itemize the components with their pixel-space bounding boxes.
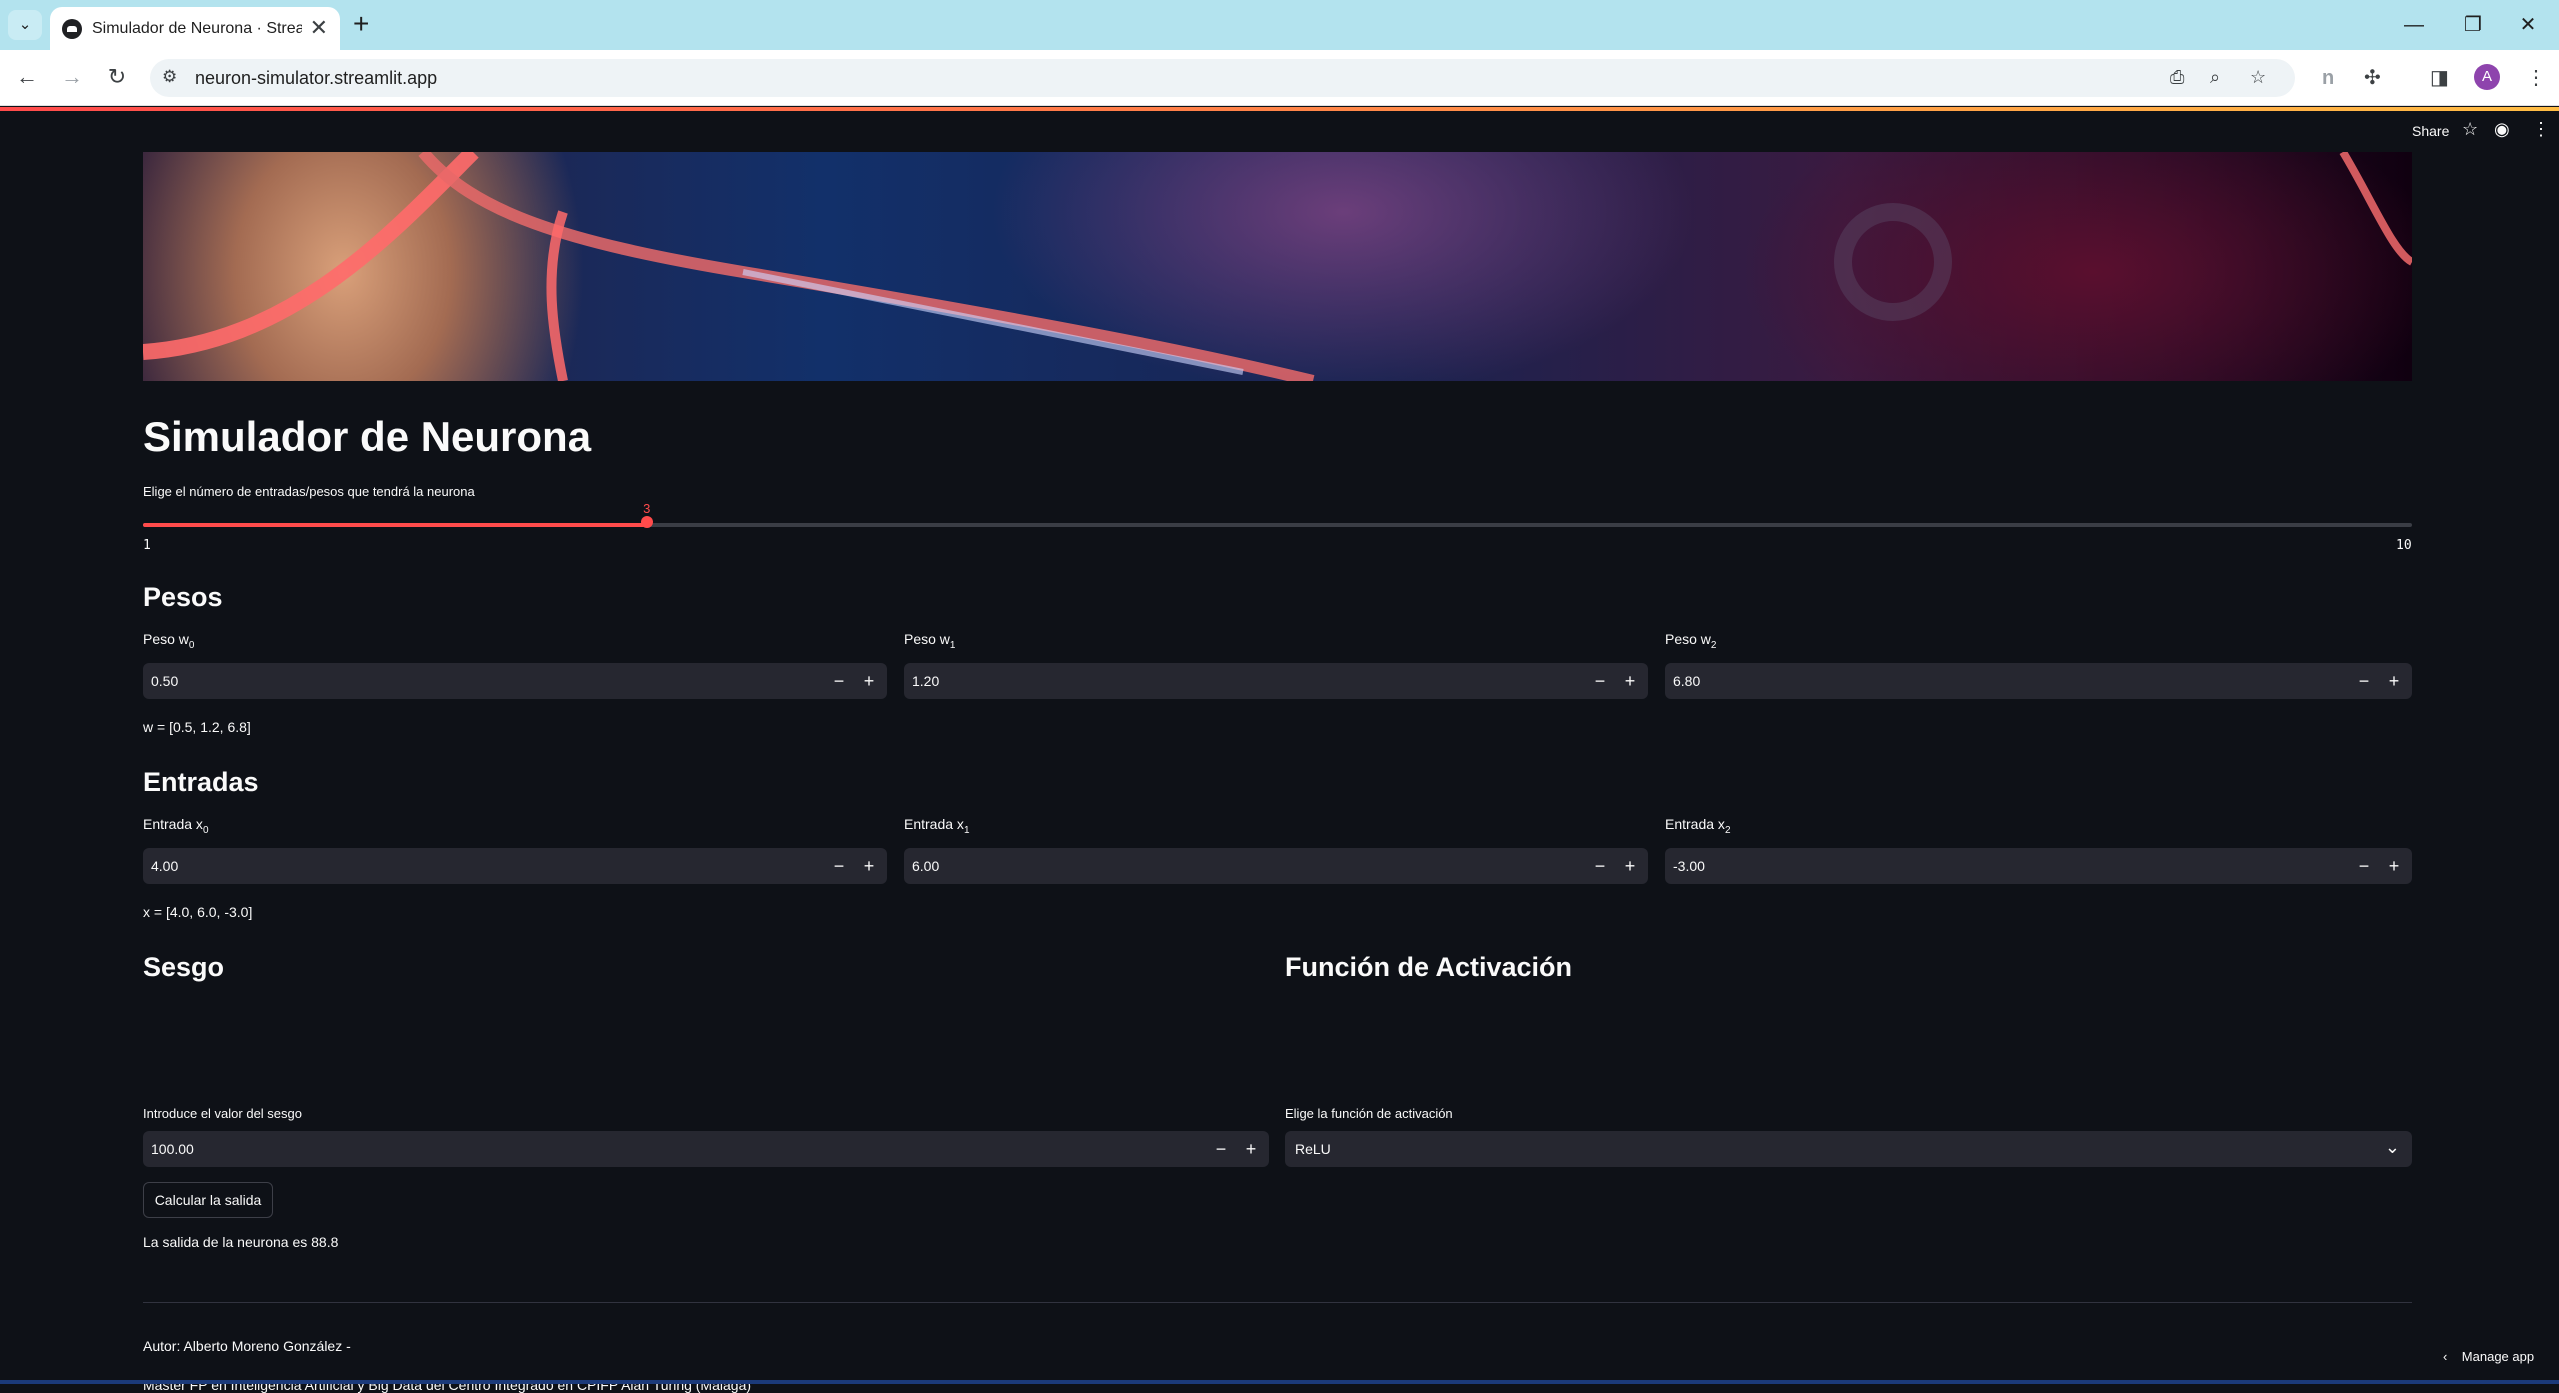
slider-min-label: 1 [143, 538, 151, 553]
browser-toolbar: ← → ↻ ⚙ neuron-simulator.streamlit.app ⎙… [0, 50, 2559, 106]
input-1-value[interactable]: 6.00 [912, 858, 939, 874]
neuron-banner-image [143, 152, 2412, 381]
minus-icon[interactable]: − [2350, 853, 2378, 879]
plus-icon[interactable]: + [2380, 668, 2408, 694]
side-panel-icon[interactable]: ◨ [2430, 64, 2449, 92]
star-icon[interactable]: ☆ [2462, 119, 2478, 140]
activation-heading: Función de Activación [1285, 952, 1573, 982]
minus-icon[interactable]: − [2350, 668, 2378, 694]
extensions-puzzle-icon[interactable]: ✣ [2364, 64, 2381, 92]
bias-heading: Sesgo [143, 952, 225, 982]
taskbar-edge [0, 1380, 2559, 1384]
github-icon[interactable]: ◉ [2494, 119, 2510, 140]
inputs-heading: Entradas [143, 767, 259, 797]
share-button[interactable]: Share [2412, 123, 2449, 139]
activation-selected-value: ReLU [1295, 1141, 1331, 1157]
forward-icon[interactable]: → [57, 62, 87, 92]
activation-label: Elige la función de activación [1285, 1106, 1453, 1121]
weight-0-label: Peso w0 [143, 631, 195, 651]
weight-2-value[interactable]: 6.80 [1673, 673, 1700, 689]
minus-icon[interactable]: − [1207, 1136, 1235, 1162]
input-2-label: Entrada x2 [1665, 816, 1731, 836]
site-info-icon[interactable]: ⚙ [162, 67, 177, 87]
weight-0-input[interactable]: 0.50 − + [143, 663, 887, 699]
extension-n-icon[interactable]: n [2322, 64, 2334, 92]
profile-avatar[interactable]: A [2474, 64, 2500, 90]
plus-icon[interactable]: + [1237, 1136, 1265, 1162]
input-0-value[interactable]: 4.00 [151, 858, 178, 874]
reload-icon[interactable]: ↻ [102, 62, 132, 92]
input-2-value[interactable]: -3.00 [1673, 858, 1705, 874]
input-0-field[interactable]: 4.00 − + [143, 848, 887, 884]
plus-icon[interactable]: + [855, 853, 883, 879]
footer-divider [143, 1302, 2412, 1303]
url-text[interactable]: neuron-simulator.streamlit.app [195, 68, 437, 89]
input-1-field[interactable]: 6.00 − + [904, 848, 1648, 884]
activation-select[interactable]: ReLU ⌄ [1285, 1131, 2412, 1167]
input-1-label: Entrada x1 [904, 816, 970, 836]
neuron-output-text: La salida de la neurona es 88.8 [143, 1234, 339, 1250]
address-bar[interactable]: ⚙ neuron-simulator.streamlit.app ⎙ ⌕ ☆ [150, 59, 2295, 97]
zoom-icon[interactable]: ⌕ [2210, 67, 2220, 88]
plus-icon[interactable]: + [2380, 853, 2408, 879]
bias-label: Introduce el valor del sesgo [143, 1106, 302, 1121]
weight-0-value[interactable]: 0.50 [151, 673, 178, 689]
tab-title: Simulador de Neurona · Streamlit [92, 20, 302, 37]
weight-1-label: Peso w1 [904, 631, 956, 651]
weight-2-label: Peso w2 [1665, 631, 1717, 651]
new-tab-button[interactable]: + [353, 9, 369, 39]
plus-icon[interactable]: + [1616, 668, 1644, 694]
weights-heading: Pesos [143, 582, 223, 612]
header-decoration-bar [0, 107, 2559, 111]
browser-tab-bar: ⌄ Simulador de Neurona · Streamlit ✕ + —… [0, 0, 2559, 50]
tab-list-button[interactable]: ⌄ [8, 10, 42, 40]
streamlit-favicon-icon [62, 19, 82, 39]
inputs-count-slider-track[interactable] [143, 523, 2412, 527]
minus-icon[interactable]: − [1586, 853, 1614, 879]
weight-2-input[interactable]: 6.80 − + [1665, 663, 2412, 699]
minimize-icon[interactable]: — [2394, 10, 2434, 40]
browser-menu-icon[interactable]: ⋮ [2526, 64, 2546, 92]
input-0-label: Entrada x0 [143, 816, 209, 836]
slider-fill [143, 523, 648, 527]
minus-icon[interactable]: − [825, 668, 853, 694]
app-menu-icon[interactable]: ⋮ [2532, 119, 2550, 140]
bookmark-star-icon[interactable]: ☆ [2250, 67, 2266, 88]
restore-icon[interactable]: ❐ [2453, 10, 2493, 40]
weights-summary: w = [0.5, 1.2, 6.8] [143, 719, 251, 735]
slider-max-label: 10 [2396, 538, 2412, 553]
chevron-left-icon: ‹ [2443, 1349, 2448, 1364]
install-app-icon[interactable]: ⎙ [2170, 67, 2184, 88]
window-close-icon[interactable]: ✕ [2508, 10, 2548, 40]
neuron-illustration [143, 152, 2412, 381]
input-2-field[interactable]: -3.00 − + [1665, 848, 2412, 884]
inputs-summary: x = [4.0, 6.0, -3.0] [143, 904, 253, 920]
minus-icon[interactable]: − [825, 853, 853, 879]
calculate-output-button[interactable]: Calcular la salida [143, 1182, 273, 1218]
browser-tab-active[interactable]: Simulador de Neurona · Streamlit ✕ [50, 7, 340, 50]
chevron-down-icon: ⌄ [18, 16, 32, 33]
page-title: Simulador de Neurona [143, 413, 592, 460]
weight-1-input[interactable]: 1.20 − + [904, 663, 1648, 699]
manage-app-button[interactable]: ‹ Manage app [2443, 1349, 2534, 1364]
tab-close-icon[interactable]: ✕ [310, 17, 328, 39]
plus-icon[interactable]: + [1616, 853, 1644, 879]
bias-value[interactable]: 100.00 [151, 1141, 194, 1157]
weight-1-value[interactable]: 1.20 [912, 673, 939, 689]
back-icon[interactable]: ← [12, 62, 42, 92]
streamlit-app: Share ☆ ◉ ⋮ Simulador de Neurona Elige e… [0, 107, 2559, 1393]
author-text: Autor: Alberto Moreno González - [143, 1338, 351, 1354]
plus-icon[interactable]: + [855, 668, 883, 694]
slider-label: Elige el número de entradas/pesos que te… [143, 484, 475, 499]
slider-value: 3 [643, 501, 651, 516]
minus-icon[interactable]: − [1586, 668, 1614, 694]
chevron-down-icon: ⌄ [2384, 1137, 2400, 1157]
bias-input[interactable]: 100.00 − + [143, 1131, 1269, 1167]
